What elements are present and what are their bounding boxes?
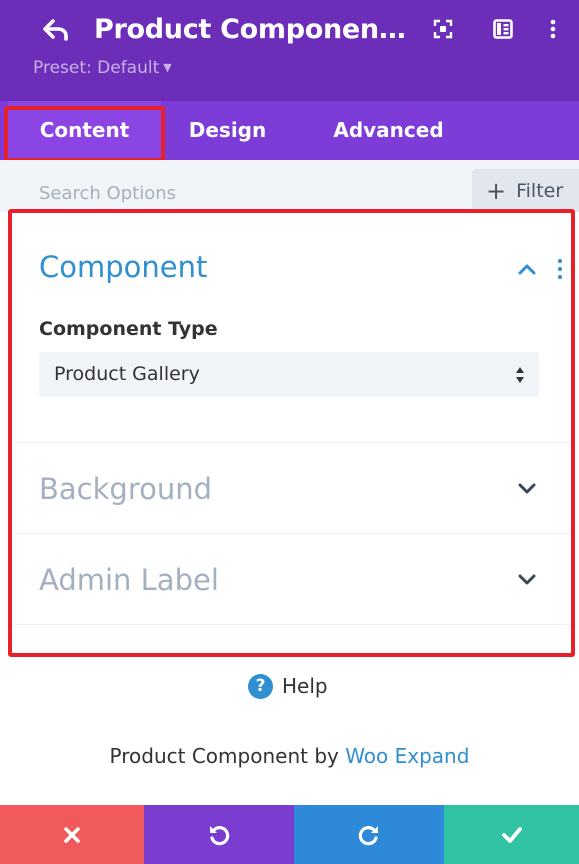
- undo-button[interactable]: [144, 805, 294, 864]
- kebab-dot: [558, 275, 562, 279]
- section-admin-label-toggle[interactable]: [515, 568, 539, 592]
- component-type-label: Component Type: [39, 318, 218, 340]
- section-admin-label-title[interactable]: Admin Label: [39, 562, 219, 598]
- credit-author-link[interactable]: Woo Expand: [345, 744, 469, 768]
- search-input[interactable]: [39, 180, 439, 206]
- save-button[interactable]: [444, 805, 579, 864]
- settings-header: Product Component S... Preset: Default▼: [0, 0, 579, 101]
- chevron-down-icon: [518, 483, 536, 494]
- section-divider: [12, 442, 573, 443]
- undo-icon: [210, 825, 230, 845]
- component-type-value: Product Gallery: [54, 363, 200, 385]
- tab-design[interactable]: Design: [165, 101, 290, 160]
- sidebar-layout-icon: [493, 19, 513, 39]
- preset-label: Preset: Default: [33, 58, 160, 78]
- page-title: Product Component S...: [94, 14, 406, 45]
- section-divider: [12, 533, 573, 534]
- focus-frame-button[interactable]: [430, 16, 456, 42]
- plus-icon: +: [486, 176, 507, 205]
- chevron-down-icon: [518, 574, 536, 585]
- chevron-up-icon: [518, 264, 536, 275]
- redo-icon: [358, 825, 378, 845]
- more-options-button[interactable]: [540, 16, 566, 42]
- sidebar-layout-button[interactable]: [490, 16, 516, 42]
- help-label: Help: [282, 674, 328, 698]
- preset-selector[interactable]: Preset: Default ▼: [33, 57, 172, 79]
- section-component-title[interactable]: Component: [39, 249, 207, 285]
- component-type-select[interactable]: Product Gallery: [39, 352, 539, 397]
- tab-bar: Content Design Advanced: [0, 101, 579, 160]
- section-component-toggle[interactable]: [515, 257, 539, 281]
- module-credit: Product Component by Woo Expand: [0, 744, 579, 768]
- check-icon: [501, 826, 522, 843]
- kebab-dot: [558, 267, 562, 271]
- caret-down-icon: ▼: [163, 61, 172, 74]
- section-background-toggle[interactable]: [515, 477, 539, 501]
- focus-frame-icon: [433, 19, 453, 39]
- kebab-dot: [558, 259, 562, 263]
- cancel-button[interactable]: [0, 805, 144, 864]
- back-arrow-icon: [43, 19, 68, 41]
- close-icon: [64, 826, 80, 843]
- back-button[interactable]: [38, 14, 74, 46]
- select-arrows-icon: [516, 367, 524, 383]
- section-background-title[interactable]: Background: [39, 471, 212, 507]
- filter-label: Filter: [516, 179, 564, 202]
- tab-advanced[interactable]: Advanced: [315, 101, 462, 160]
- more-vertical-icon: [550, 19, 556, 39]
- section-menu-button[interactable]: [552, 258, 568, 280]
- filter-button[interactable]: + Filter: [472, 169, 579, 212]
- credit-prefix: Product Component by: [109, 744, 339, 768]
- help-question-icon: ?: [248, 673, 273, 699]
- section-divider: [12, 624, 573, 625]
- help-link[interactable]: ? Help: [248, 673, 328, 699]
- tab-content[interactable]: Content: [8, 101, 161, 160]
- redo-button[interactable]: [294, 805, 444, 864]
